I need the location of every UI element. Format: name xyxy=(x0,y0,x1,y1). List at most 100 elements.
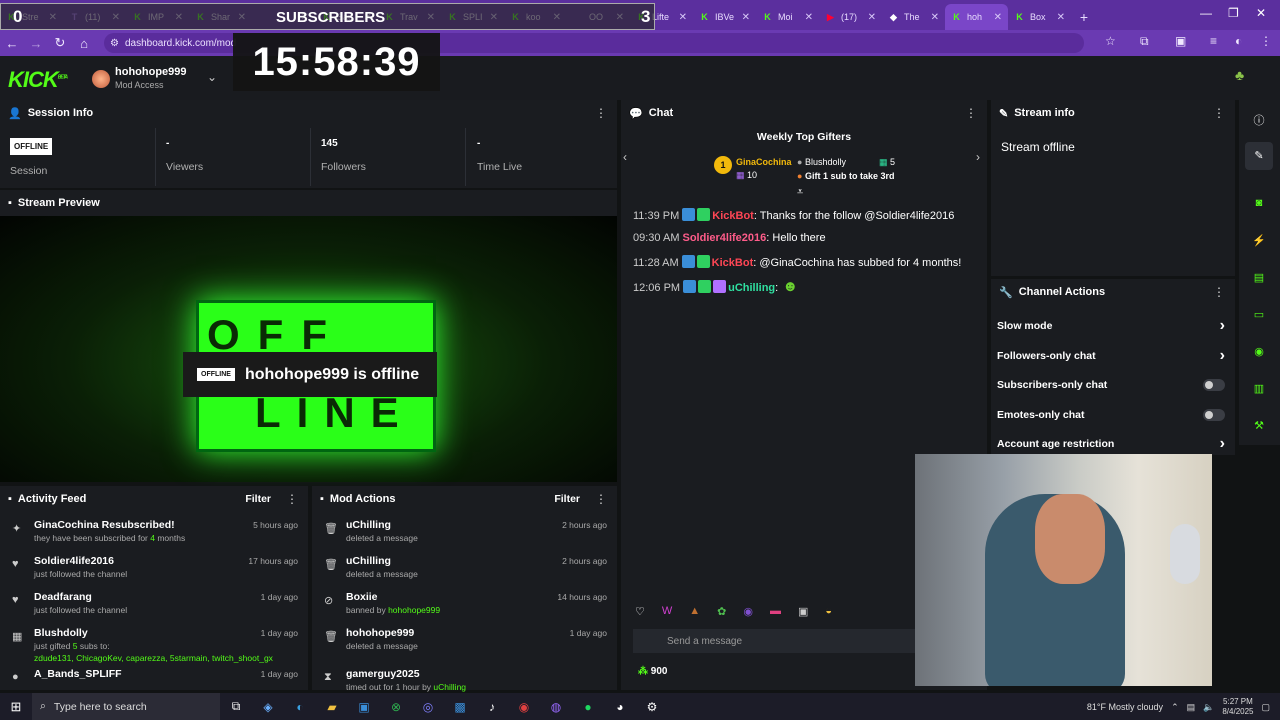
emote-icon[interactable]: ◉ xyxy=(743,605,753,621)
item-username[interactable]: A_Bands_SPLIFF xyxy=(34,668,122,680)
obs-icon[interactable]: ◕ xyxy=(604,700,636,714)
sidebar-icon[interactable]: ≡ xyxy=(1210,34,1217,48)
emote-icon[interactable]: ▣ xyxy=(798,605,808,621)
browser-tab[interactable]: K IBVe ✕ xyxy=(693,4,756,30)
message-username[interactable]: KickBot xyxy=(712,210,754,222)
app-icon[interactable]: ◎ xyxy=(412,700,444,714)
mod-action-item[interactable]: ⊘ Boxiie 14 hours ago banned by hohohope999 xyxy=(312,591,617,625)
kebab-menu-icon[interactable]: ⋮ xyxy=(965,106,977,120)
channel-action-emotes-only-chat[interactable]: Emotes-only chat xyxy=(997,405,1225,425)
browser-tab[interactable]: ▶ (17) ✕ xyxy=(819,4,882,30)
channel-action-account-age-restriction[interactable]: Account age restriction › xyxy=(997,434,1225,454)
tab-close-icon[interactable]: ✕ xyxy=(805,12,813,23)
activity-item[interactable]: ▦ Blushdolly 1 day ago just gifted 5 subs t… xyxy=(0,627,308,663)
message-username[interactable]: uChilling xyxy=(728,282,775,294)
system-clock[interactable]: 5:27 PM 8/4/2025 xyxy=(1222,697,1253,717)
chat-icon[interactable]: ▭ xyxy=(1251,308,1267,324)
mod-action-item[interactable]: 🗑 uChilling 2 hours ago deleted a message xyxy=(312,555,617,589)
emote-icon[interactable]: ◒ xyxy=(825,605,832,621)
emote-icon[interactable]: ✿ xyxy=(717,605,726,621)
browser-tab[interactable]: Khoh ✕ xyxy=(945,4,1008,30)
channel-action-followers-only-chat[interactable]: Followers-only chat › xyxy=(997,346,1225,366)
new-tab-icon[interactable]: + xyxy=(1071,4,1097,30)
mod-action-item[interactable]: 🗑 hohohope999 1 day ago deleted a message xyxy=(312,627,617,661)
tab-close-icon[interactable]: ✕ xyxy=(994,12,1002,23)
broadcast-icon[interactable]: ◉ xyxy=(1251,345,1267,361)
filter-button[interactable]: Filter xyxy=(554,493,580,505)
tab-close-icon[interactable]: ✕ xyxy=(1057,12,1065,23)
document-icon[interactable]: ▤ xyxy=(1251,271,1267,287)
activity-item[interactable]: ♥ Deadfarang 1 day ago just followed the ch… xyxy=(0,591,308,625)
message-username[interactable]: KickBot xyxy=(712,257,754,269)
item-username[interactable]: GinaCochina Resubscribed! xyxy=(34,519,175,531)
task-view-icon[interactable]: ⧉ xyxy=(220,699,252,714)
forward-icon[interactable]: → xyxy=(24,36,48,51)
kebab-menu-icon[interactable]: ⋮ xyxy=(286,492,298,506)
chevron-right-icon[interactable]: › xyxy=(976,150,980,164)
channel-action-subscribers-only-chat[interactable]: Subscribers-only chat xyxy=(997,375,1225,395)
wrench-icon[interactable]: ⚒ xyxy=(1251,419,1267,435)
home-icon[interactable]: ⌂ xyxy=(72,36,96,51)
network-icon[interactable]: ▤ xyxy=(1187,702,1196,713)
chevron-left-icon[interactable]: ‹ xyxy=(623,150,627,164)
username[interactable]: hohohope999 xyxy=(115,66,187,78)
tab-close-icon[interactable]: ✕ xyxy=(742,12,750,23)
extensions-icon[interactable]: ⧉ xyxy=(1140,34,1149,49)
app-icon[interactable]: ◍ xyxy=(540,700,572,714)
emote-icon[interactable]: W xyxy=(662,605,672,621)
chevron-right-icon[interactable]: › xyxy=(1220,435,1225,453)
file-explorer-icon[interactable]: ▰ xyxy=(316,700,348,714)
more-icon[interactable]: ⋮ xyxy=(1260,34,1272,48)
tab-close-icon[interactable]: ✕ xyxy=(931,12,939,23)
emote-bar[interactable]: ♡ W ▲ ✿ ◉ ▬ ▣ ◒ xyxy=(635,605,915,621)
emote-icon[interactable]: ▬ xyxy=(770,605,781,621)
item-username[interactable]: Blushdolly xyxy=(34,627,88,639)
profile-icon[interactable]: ◐ xyxy=(1235,34,1242,48)
kebab-menu-icon[interactable]: ⋮ xyxy=(595,492,607,506)
item-username[interactable]: uChilling xyxy=(346,555,391,567)
taskbar-search[interactable]: ⌕ Type here to search xyxy=(32,693,220,720)
kebab-menu-icon[interactable]: ⋮ xyxy=(1213,106,1225,120)
gifter-name[interactable]: GinaCochina xyxy=(736,157,792,167)
browser-tab[interactable]: ◆ The ✕ xyxy=(882,4,945,30)
lightning-icon[interactable]: ⚡ xyxy=(1251,234,1267,250)
reload-icon[interactable]: ↻ xyxy=(48,35,72,51)
activity-item[interactable]: ♥ Soldier4life2016 17 hours ago just follow… xyxy=(0,555,308,589)
item-username[interactable]: Deadfarang xyxy=(34,591,92,603)
chevron-down-icon[interactable]: ⌄ xyxy=(207,70,217,84)
chevron-right-icon[interactable]: › xyxy=(1220,347,1225,365)
split-view-icon[interactable]: ▣ xyxy=(1175,34,1186,48)
layout-icon[interactable]: ▥ xyxy=(1251,382,1267,398)
info-icon[interactable]: ⓘ xyxy=(1251,112,1267,128)
minimize-icon[interactable]: — xyxy=(1200,6,1212,20)
chat-input[interactable]: Send a message xyxy=(633,629,918,653)
channel-avatar-icon[interactable]: ♣ xyxy=(1235,67,1251,85)
chevron-right-icon[interactable]: › xyxy=(1220,317,1225,335)
outlook-icon[interactable]: ▩ xyxy=(444,700,476,714)
item-username[interactable]: gamerguy2025 xyxy=(346,668,420,680)
chrome-icon[interactable]: ◉ xyxy=(508,700,540,714)
toggle-switch[interactable] xyxy=(1203,379,1225,391)
emote-icon[interactable]: ▲ xyxy=(689,605,700,621)
close-window-icon[interactable]: ✕ xyxy=(1256,6,1266,20)
stream-preview-video[interactable]: OFF LINE OFFLINE hohohope999 is offline xyxy=(0,216,617,482)
collapse-icon[interactable]: ⩡ xyxy=(797,186,803,199)
xbox-icon[interactable]: ⊗ xyxy=(380,700,412,714)
settings-icon[interactable]: ⚙ xyxy=(636,700,668,714)
gift-cta[interactable]: ● Gift 1 sub to take 3rd xyxy=(797,171,894,181)
filter-button[interactable]: Filter xyxy=(245,493,271,505)
chevron-up-icon[interactable]: ⌃ xyxy=(1171,702,1179,713)
camera-icon[interactable]: ◙ xyxy=(1251,197,1267,213)
windows-start-icon[interactable]: ⊞ xyxy=(0,699,32,715)
tiktok-icon[interactable]: ♪ xyxy=(476,700,508,714)
volume-icon[interactable]: 🔈 xyxy=(1203,702,1214,713)
avatar[interactable] xyxy=(92,70,110,88)
kick-logo[interactable]: KICKBETA xyxy=(8,67,68,93)
weather-text[interactable]: 81°F Mostly cloudy xyxy=(1087,702,1163,712)
item-username[interactable]: Soldier4life2016 xyxy=(34,555,114,567)
browser-tab[interactable]: K Box ✕ xyxy=(1008,4,1071,30)
item-username[interactable]: hohohope999 xyxy=(346,627,414,639)
kebab-menu-icon[interactable]: ⋮ xyxy=(1213,285,1225,299)
channel-action-slow-mode[interactable]: Slow mode › xyxy=(997,316,1225,336)
maximize-icon[interactable]: ❐ xyxy=(1228,6,1239,20)
